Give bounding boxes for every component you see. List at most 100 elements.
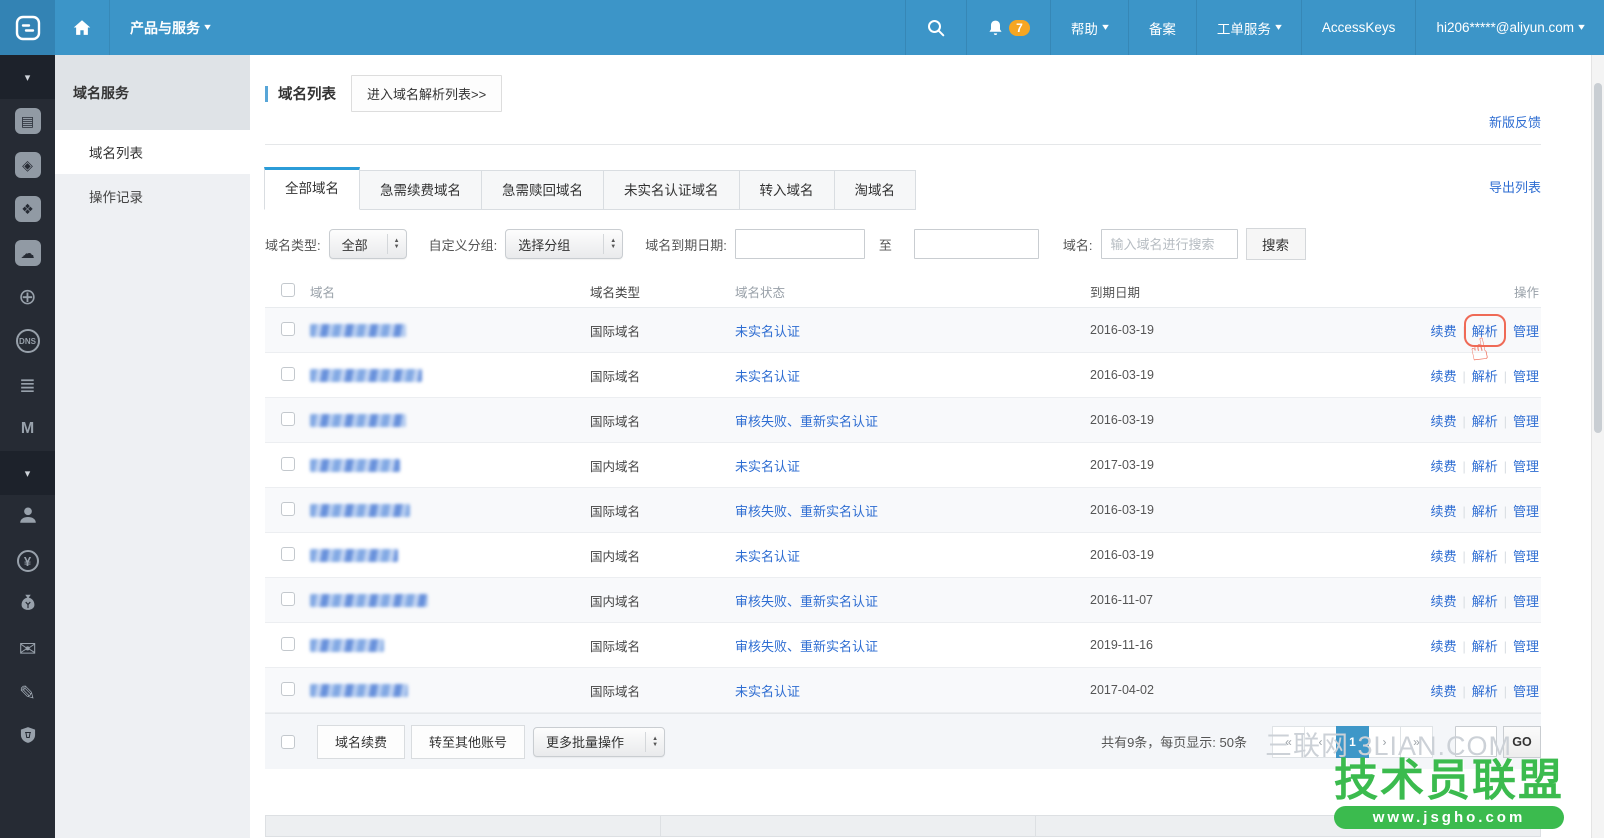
row-checkbox[interactable] <box>281 367 295 381</box>
domain-name-redacted-link[interactable] <box>310 414 406 427</box>
renew-link[interactable]: 续费 <box>1430 324 1456 339</box>
domain-type-select[interactable]: 全部 ▲▼ <box>329 229 407 259</box>
go-button[interactable]: GO <box>1503 726 1541 758</box>
rail-collapse-bottom[interactable]: ▾ <box>0 451 55 495</box>
rail-item-m-service[interactable]: M <box>0 407 55 451</box>
manage-link[interactable]: 管理 <box>1513 414 1539 429</box>
manage-link[interactable]: 管理 <box>1513 459 1539 474</box>
tab[interactable]: 急需赎回域名 <box>481 170 604 210</box>
manage-link[interactable]: 管理 <box>1513 369 1539 384</box>
manage-link[interactable]: 管理 <box>1513 639 1539 654</box>
rail-item-server[interactable]: ≣ <box>0 363 55 407</box>
manage-link[interactable]: 管理 <box>1513 594 1539 609</box>
tab[interactable]: 急需续费域名 <box>359 170 482 210</box>
renew-link[interactable]: 续费 <box>1430 459 1456 474</box>
renew-link[interactable]: 续费 <box>1430 594 1456 609</box>
row-checkbox[interactable] <box>281 637 295 651</box>
home-button[interactable] <box>55 0 110 55</box>
first-page-button[interactable]: « <box>1272 726 1305 758</box>
group-select[interactable]: 选择分组 ▲▼ <box>505 229 623 259</box>
resolve-link[interactable]: 解析 <box>1472 594 1498 609</box>
tab[interactable]: 淘域名 <box>834 170 917 210</box>
renew-link[interactable]: 续费 <box>1430 549 1456 564</box>
previous-page-button[interactable]: ‹ <box>1304 726 1337 758</box>
row-checkbox[interactable] <box>281 682 295 696</box>
account-menu[interactable]: hi206*****@aliyun.com ▾ <box>1415 0 1604 55</box>
rail-item-workorder[interactable]: ✎ <box>0 671 55 715</box>
renew-link[interactable]: 续费 <box>1430 639 1456 654</box>
current-page-button[interactable]: 1 <box>1336 726 1369 758</box>
batch-renew-button[interactable]: 域名续费 <box>317 725 405 759</box>
domain-name-redacted-link[interactable] <box>310 594 428 607</box>
select-all-checkbox[interactable] <box>281 283 295 297</box>
rail-item-compute[interactable]: ◈ <box>0 143 55 187</box>
domain-status-link[interactable]: 审核失败、重新实名认证 <box>735 639 878 654</box>
rail-item-cloud[interactable]: ☁ <box>0 231 55 275</box>
renew-link[interactable]: 续费 <box>1430 369 1456 384</box>
rail-item-messages[interactable]: ✉ <box>0 627 55 671</box>
renew-link[interactable]: 续费 <box>1430 414 1456 429</box>
domain-name-redacted-link[interactable] <box>310 324 406 337</box>
search-button[interactable] <box>905 0 966 55</box>
rail-item-console[interactable]: ▤ <box>0 99 55 143</box>
resolve-link[interactable]: 解析 <box>1472 414 1498 429</box>
manage-link[interactable]: 管理 <box>1513 504 1539 519</box>
domain-name-redacted-link[interactable] <box>310 504 410 517</box>
domain-name-redacted-link[interactable] <box>310 549 398 562</box>
tab[interactable]: 未实名认证域名 <box>603 170 740 210</box>
row-checkbox[interactable] <box>281 457 295 471</box>
batch-transfer-button[interactable]: 转至其他账号 <box>411 725 525 759</box>
domain-name-redacted-link[interactable] <box>310 459 400 472</box>
renew-link[interactable]: 续费 <box>1430 684 1456 699</box>
domain-status-link[interactable]: 审核失败、重新实名认证 <box>735 414 878 429</box>
row-checkbox[interactable] <box>281 322 295 336</box>
scrollbar-thumb[interactable] <box>1594 83 1602 433</box>
rail-item-security[interactable] <box>0 715 55 759</box>
tab[interactable]: 转入域名 <box>739 170 835 210</box>
resolve-link[interactable]: 解析 <box>1472 369 1498 384</box>
domain-status-link[interactable]: 未实名认证 <box>735 324 800 339</box>
domain-status-link[interactable]: 未实名认证 <box>735 459 800 474</box>
rail-item-billing[interactable]: ¥ <box>0 539 55 583</box>
manage-link[interactable]: 管理 <box>1513 549 1539 564</box>
export-list-link[interactable]: 导出列表 <box>1489 177 1541 196</box>
products-services-menu[interactable]: 产品与服务 ▾ <box>110 0 230 55</box>
domain-search-input[interactable] <box>1101 229 1238 259</box>
rail-collapse-top[interactable]: ▾ <box>0 55 55 99</box>
rail-item-account[interactable] <box>0 495 55 539</box>
last-page-button[interactable]: » <box>1400 726 1433 758</box>
page-number-input[interactable] <box>1455 726 1497 757</box>
sidebar-item[interactable]: 操作记录 <box>55 174 250 218</box>
tab[interactable]: 全部域名 <box>264 167 360 210</box>
domain-name-redacted-link[interactable] <box>310 369 422 382</box>
help-menu[interactable]: 帮助 ▾ <box>1050 0 1128 55</box>
domain-status-link[interactable]: 审核失败、重新实名认证 <box>735 504 878 519</box>
resolve-link[interactable]: 解析 <box>1472 639 1498 654</box>
resolve-link[interactable]: 解析 <box>1472 504 1498 519</box>
notifications-button[interactable]: 7 <box>966 0 1050 55</box>
domain-status-link[interactable]: 未实名认证 <box>735 684 800 699</box>
manage-link[interactable]: 管理 <box>1513 684 1539 699</box>
enter-dns-list-button[interactable]: 进入域名解析列表>> <box>351 75 502 112</box>
row-checkbox[interactable] <box>281 547 295 561</box>
more-batch-operations-select[interactable]: 更多批量操作 ▲▼ <box>533 727 665 757</box>
expire-date-end-input[interactable] <box>914 229 1039 259</box>
ticket-service-menu[interactable]: 工单服务 ▾ <box>1196 0 1301 55</box>
rail-item-funds[interactable] <box>0 583 55 627</box>
batch-select-all-checkbox[interactable] <box>281 735 295 749</box>
domain-name-redacted-link[interactable] <box>310 684 408 697</box>
row-checkbox[interactable] <box>281 502 295 516</box>
domain-name-redacted-link[interactable] <box>310 639 384 652</box>
row-checkbox[interactable] <box>281 412 295 426</box>
next-page-button[interactable]: › <box>1368 726 1401 758</box>
resolve-link[interactable]: 解析 <box>1472 459 1498 474</box>
row-checkbox[interactable] <box>281 592 295 606</box>
resolve-link[interactable]: 解析 <box>1472 684 1498 699</box>
resolve-link[interactable]: 解析 <box>1472 324 1498 339</box>
accesskeys-link[interactable]: AccessKeys <box>1301 0 1416 55</box>
search-submit-button[interactable]: 搜索 <box>1246 228 1306 260</box>
sidebar-item[interactable]: 域名列表 <box>55 130 250 174</box>
new-version-feedback-link[interactable]: 新版反馈 <box>1489 115 1541 130</box>
aliyun-logo[interactable] <box>0 0 55 55</box>
domain-status-link[interactable]: 审核失败、重新实名认证 <box>735 594 878 609</box>
